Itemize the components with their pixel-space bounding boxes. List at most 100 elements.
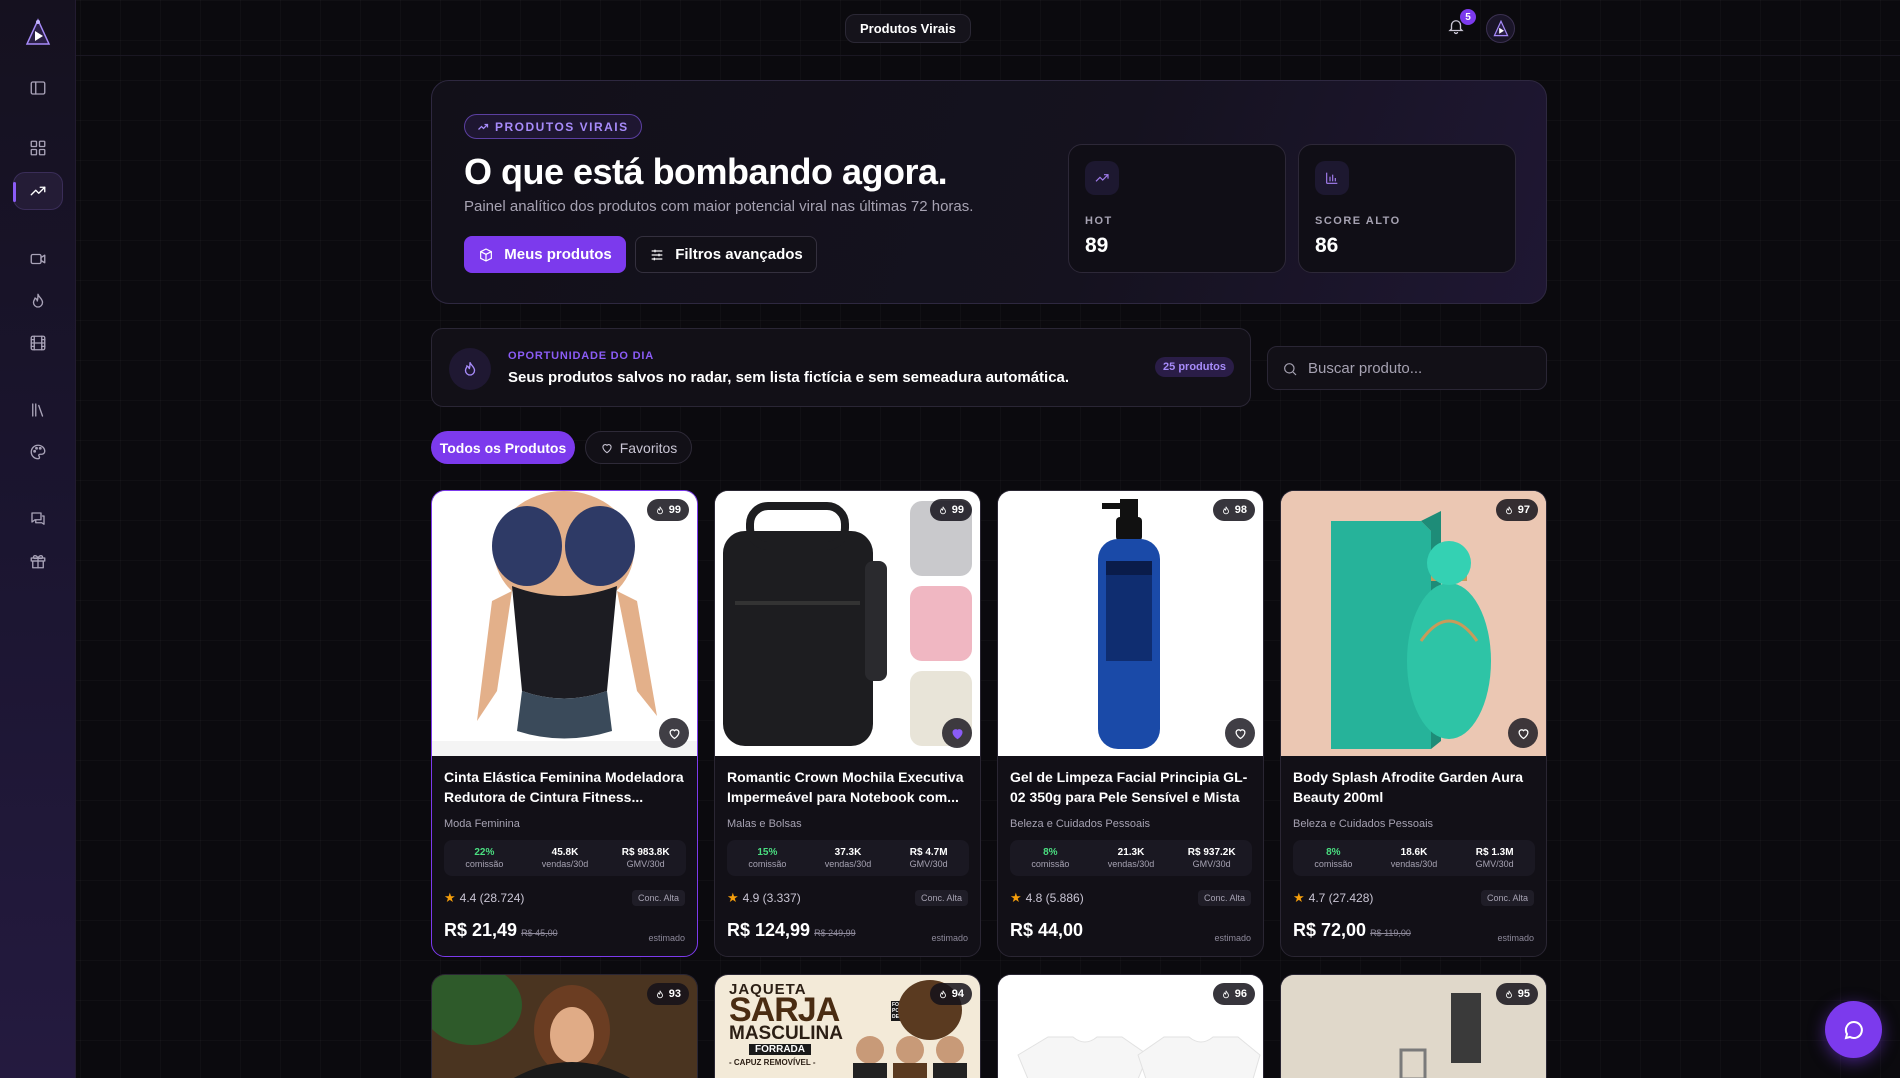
metric-gmv: R$ 4.7M GMV/30d bbox=[888, 840, 969, 876]
sidebar-toggle-icon[interactable] bbox=[13, 69, 63, 107]
rating-value: 4.7 (27.428) bbox=[1308, 891, 1374, 905]
product-name[interactable]: Gel de Limpeza Facial Principia GL-02 35… bbox=[1010, 767, 1255, 807]
metric-value: 45.8K bbox=[551, 847, 579, 858]
tab-favorites[interactable]: Favoritos bbox=[585, 431, 692, 464]
metric-value: 37.3K bbox=[834, 847, 862, 858]
score-value: 97 bbox=[1517, 504, 1530, 516]
gift-icon[interactable] bbox=[13, 542, 63, 580]
stat-card-hot: HOT 89 bbox=[1068, 144, 1286, 273]
metric-label: GMV/30d bbox=[1192, 859, 1231, 869]
flame-icon[interactable] bbox=[13, 282, 63, 320]
flame-icon bbox=[449, 348, 491, 390]
score-value: 93 bbox=[668, 988, 681, 1000]
product-card[interactable]: 99 Romantic Crown Mochila Executiva Impe… bbox=[714, 490, 981, 957]
app-logo[interactable] bbox=[24, 18, 52, 48]
product-card[interactable]: 98 Gel de Limpeza Facial Principia GL-02… bbox=[997, 490, 1264, 957]
palette-icon[interactable] bbox=[13, 433, 63, 471]
chat-button[interactable] bbox=[1825, 1001, 1882, 1058]
metric-value: R$ 4.7M bbox=[909, 847, 948, 858]
product-price: R$ 124,99 R$ 249,99 bbox=[727, 920, 856, 941]
search-icon bbox=[1284, 363, 1297, 376]
flame-icon bbox=[656, 506, 663, 514]
product-card[interactable]: 96 bbox=[997, 974, 1264, 1078]
metric-label: vendas/30d bbox=[541, 859, 589, 869]
product-rating: ★ 4.4 (28.724) bbox=[444, 890, 524, 906]
favorite-button[interactable] bbox=[942, 718, 972, 748]
product-metrics: 15% comissão 37.3K vendas/30d R$ 4.7M GMV/3… bbox=[727, 840, 969, 876]
messages-icon[interactable] bbox=[13, 500, 63, 538]
favorite-button[interactable] bbox=[659, 718, 689, 748]
my-products-label: Meus produtos bbox=[504, 246, 612, 263]
heart-icon bbox=[602, 443, 612, 453]
viral-score-badge: 94 bbox=[929, 983, 972, 1005]
product-count-badge: 25 produtos bbox=[1155, 357, 1234, 377]
rating-value: 4.9 (3.337) bbox=[742, 891, 801, 905]
favorite-button[interactable] bbox=[1225, 718, 1255, 748]
my-products-button[interactable]: Meus produtos bbox=[464, 236, 626, 273]
viral-score-badge: 95 bbox=[1495, 983, 1538, 1005]
search-input[interactable] bbox=[1308, 359, 1528, 377]
product-card[interactable]: 97 Body Splash Afrodite Garden Aura Beau… bbox=[1280, 490, 1547, 957]
trending-up-icon bbox=[1085, 161, 1119, 195]
estimate-label: estimado bbox=[1497, 933, 1534, 943]
opportunity-banner: OPORTUNIDADE DO DIA Seus produtos salvos… bbox=[431, 328, 1251, 407]
product-name[interactable]: Body Splash Afrodite Garden Aura Beauty … bbox=[1293, 767, 1538, 807]
user-avatar[interactable] bbox=[1486, 14, 1515, 43]
metric-value: 8% bbox=[1043, 847, 1058, 858]
tab-all-products[interactable]: Todos os Produtos bbox=[431, 431, 575, 464]
price-value: R$ 44,00 bbox=[1010, 920, 1084, 940]
old-price: R$ 45,00 bbox=[521, 928, 558, 938]
product-category: Moda Feminina bbox=[444, 818, 520, 830]
favorite-button[interactable] bbox=[1508, 718, 1538, 748]
heart-icon bbox=[1517, 728, 1529, 739]
competition-badge: Conc. Alta bbox=[631, 890, 685, 906]
product-metrics: 8% comissão 18.6K vendas/30d R$ 1.3M GMV/30… bbox=[1293, 840, 1535, 876]
dashboard-icon[interactable] bbox=[13, 129, 63, 167]
product-metrics: 8% comissão 21.3K vendas/30d R$ 937.2K GMV/… bbox=[1010, 840, 1252, 876]
estimate-label: estimado bbox=[1214, 933, 1251, 943]
metric-value: 22% bbox=[474, 847, 495, 858]
trending-icon[interactable] bbox=[13, 172, 63, 210]
stat-label: SCORE ALTO bbox=[1315, 215, 1401, 227]
product-card[interactable]: 99 Cinta Elástica Feminina Modeladora Re… bbox=[431, 490, 698, 957]
product-rating: ★ 4.7 (27.428) bbox=[1293, 890, 1373, 906]
top-bar bbox=[76, 0, 1900, 56]
product-name[interactable]: Romantic Crown Mochila Executiva Imperme… bbox=[727, 767, 972, 807]
product-card[interactable]: 95 bbox=[1280, 974, 1547, 1078]
metric-label: GMV/30d bbox=[909, 859, 948, 869]
metric-value: 15% bbox=[757, 847, 778, 858]
viral-score-badge: 97 bbox=[1495, 499, 1538, 521]
product-image bbox=[1281, 491, 1546, 756]
metric-gmv: R$ 1.3M GMV/30d bbox=[1454, 840, 1535, 876]
product-price: R$ 21,49 R$ 45,00 bbox=[444, 920, 558, 941]
star-icon: ★ bbox=[1293, 890, 1305, 905]
product-card[interactable]: 93 bbox=[431, 974, 698, 1078]
viral-score-badge: 99 bbox=[929, 499, 972, 521]
product-name[interactable]: Cinta Elástica Feminina Modeladora Redut… bbox=[444, 767, 689, 807]
score-value: 94 bbox=[951, 988, 964, 1000]
metric-commission: 8% comissão bbox=[1293, 840, 1374, 876]
viral-score-badge: 96 bbox=[1212, 983, 1255, 1005]
estimate-label: estimado bbox=[648, 933, 685, 943]
heart-icon bbox=[1234, 728, 1246, 739]
star-icon: ★ bbox=[444, 890, 456, 905]
competition-badge: Conc. Alta bbox=[914, 890, 968, 906]
page-title: Produtos Virais bbox=[845, 14, 971, 43]
metric-gmv: R$ 937.2K GMV/30d bbox=[1171, 840, 1252, 876]
metric-commission: 8% comissão bbox=[1010, 840, 1091, 876]
metric-label: GMV/30d bbox=[1475, 859, 1514, 869]
score-value: 96 bbox=[1234, 988, 1247, 1000]
hero-title: O que está bombando agora. bbox=[464, 151, 948, 192]
product-card[interactable]: JAQUETA SARJA MASCULINA FORRADA - CAPUZ … bbox=[714, 974, 981, 1078]
library-icon[interactable] bbox=[13, 391, 63, 429]
video-icon[interactable] bbox=[13, 240, 63, 278]
old-price: R$ 119,00 bbox=[1370, 928, 1411, 938]
film-icon[interactable] bbox=[13, 324, 63, 362]
advanced-filters-button[interactable]: Filtros avançados bbox=[635, 236, 817, 273]
metric-commission: 22% comissão bbox=[444, 840, 525, 876]
viral-score-badge: 98 bbox=[1212, 499, 1255, 521]
metric-value: R$ 1.3M bbox=[1475, 847, 1514, 858]
notification-count-badge: 5 bbox=[1460, 9, 1476, 25]
score-value: 98 bbox=[1234, 504, 1247, 516]
stat-value: 89 bbox=[1085, 234, 1109, 257]
